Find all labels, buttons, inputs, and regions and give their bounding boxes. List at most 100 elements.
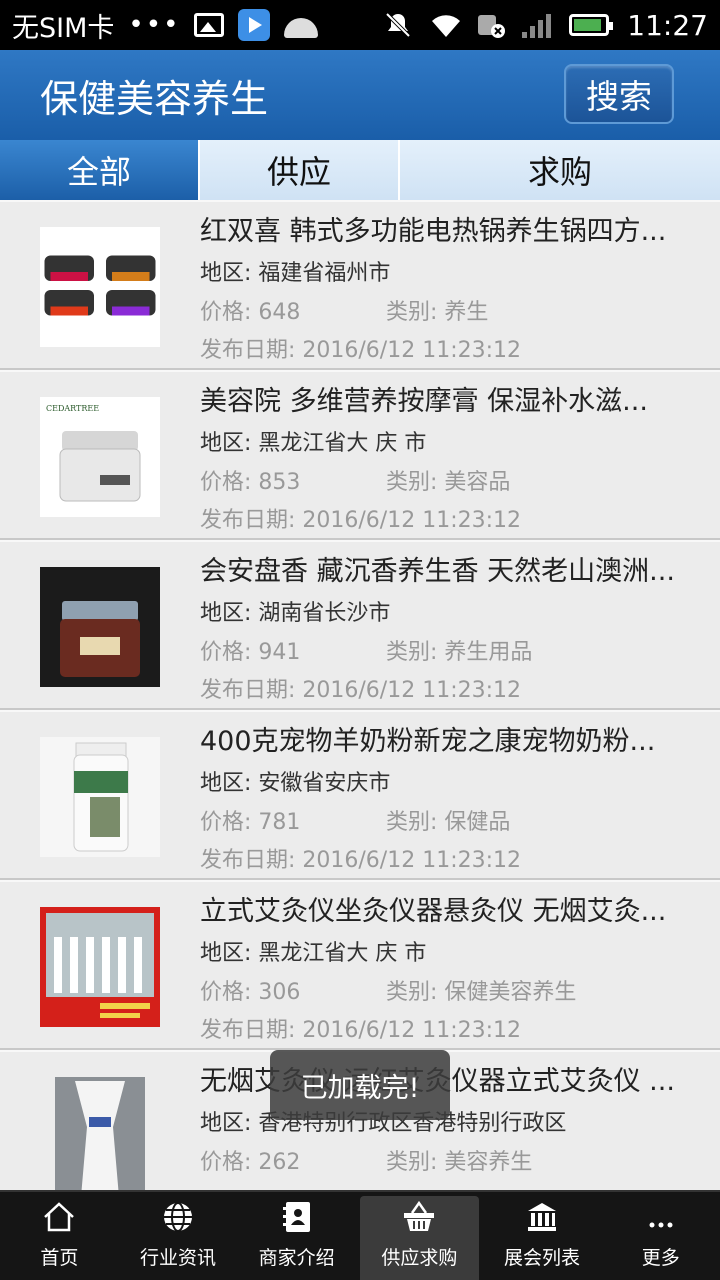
home-icon	[39, 1197, 79, 1237]
item-price: 853	[258, 470, 301, 495]
nav-label: 商家介绍	[258, 1247, 335, 1269]
product-thumbnail: CEDARTREE	[40, 397, 160, 517]
basket-icon	[399, 1197, 439, 1237]
carrier-label: 无SIM卡	[12, 12, 115, 44]
signal-icon	[522, 12, 552, 38]
item-category: 保健品	[444, 810, 511, 835]
date-label: 发布日期:	[200, 848, 303, 873]
app-header: 保健美容养生 搜索	[0, 50, 720, 140]
page-title: 保健美容养生	[40, 76, 269, 121]
product-thumbnail	[40, 567, 160, 687]
item-date: 2016/6/12 11:23:12	[302, 678, 522, 703]
item-title: 会安盘香 藏沉香养生香 天然老山澳洲...	[200, 556, 675, 587]
sim-error-icon	[476, 11, 506, 39]
item-date: 2016/6/12 11:23:12	[302, 1018, 522, 1043]
date-label: 发布日期:	[200, 508, 303, 533]
nav-exhibition-list[interactable]: 展会列表	[483, 1192, 602, 1280]
item-region: 黑龙江省大 庆 市	[258, 431, 427, 456]
price-label: 价格:	[200, 300, 259, 325]
tab-supply[interactable]: 供应	[200, 140, 400, 200]
date-label: 发布日期:	[200, 1018, 303, 1043]
nav-label: 展会列表	[504, 1247, 581, 1269]
product-thumbnail	[40, 227, 160, 347]
category-label: 类别:	[386, 1150, 445, 1175]
category-tabs: 全部 供应 求购	[0, 140, 720, 200]
price-label: 价格:	[200, 980, 259, 1005]
tab-all[interactable]: 全部	[0, 140, 200, 200]
date-label: 发布日期:	[200, 338, 303, 363]
nav-label: 供应求购	[381, 1247, 458, 1269]
item-price: 781	[258, 810, 301, 835]
category-label: 类别:	[386, 470, 445, 495]
svg-text:CEDARTREE: CEDARTREE	[46, 404, 99, 413]
item-category: 保健美容养生	[444, 980, 577, 1005]
product-thumbnail	[55, 1077, 145, 1190]
item-title: 美容院 多维营养按摩膏 保湿补水滋...	[200, 386, 648, 417]
region-label: 地区:	[200, 431, 259, 456]
item-category: 养生用品	[444, 640, 533, 665]
notification-dots: •••	[128, 10, 181, 40]
list-item[interactable]: 立式艾灸仪坐灸仪器悬灸仪 无烟艾灸... 地区: 黑龙江省大 庆 市 价格: 3…	[0, 880, 720, 1050]
mute-icon	[384, 11, 412, 39]
status-bar: 无SIM卡 ••• 11:27	[0, 0, 720, 50]
nav-industry-news[interactable]: 行业资讯	[119, 1192, 238, 1280]
list-item[interactable]: 400克宠物羊奶粉新宠之康宠物奶粉... 地区: 安徽省安庆市 价格: 781 …	[0, 710, 720, 880]
item-date: 2016/6/12 11:23:12	[302, 338, 522, 363]
gallery-icon	[194, 13, 225, 37]
product-thumbnail	[40, 737, 160, 857]
list-item[interactable]: 会安盘香 藏沉香养生香 天然老山澳洲... 地区: 湖南省长沙市 价格: 941…	[0, 540, 720, 710]
nav-label: 更多	[641, 1247, 680, 1269]
wifi-icon	[430, 11, 461, 39]
item-title: 红双喜 韩式多功能电热锅养生锅四方...	[200, 216, 667, 247]
region-label: 地区:	[200, 771, 259, 796]
region-label: 地区:	[200, 1111, 259, 1136]
clock: 11:27	[627, 8, 708, 42]
item-price: 262	[258, 1150, 301, 1175]
bottom-nav: 首页 行业资讯 商家介绍 供应求购 展会列表 更多	[0, 1190, 720, 1280]
price-label: 价格:	[200, 810, 259, 835]
item-region: 黑龙江省大 庆 市	[258, 941, 427, 966]
category-label: 类别:	[386, 980, 445, 1005]
region-label: 地区:	[200, 941, 259, 966]
item-title: 立式艾灸仪坐灸仪器悬灸仪 无烟艾灸...	[200, 896, 667, 927]
item-region: 福建省福州市	[258, 261, 391, 286]
more-icon	[641, 1197, 681, 1237]
toast-message: 已加载完!	[270, 1050, 450, 1120]
battery-icon	[569, 14, 614, 36]
nav-merchant-intro[interactable]: 商家介绍	[237, 1192, 356, 1280]
globe-icon	[158, 1197, 198, 1237]
item-title: 400克宠物羊奶粉新宠之康宠物奶粉...	[200, 726, 656, 757]
play-store-icon	[238, 9, 271, 41]
nav-label: 行业资讯	[140, 1247, 217, 1269]
nav-supply-purchase[interactable]: 供应求购	[360, 1196, 479, 1280]
nav-label: 首页	[40, 1247, 79, 1269]
item-region: 湖南省长沙市	[258, 601, 391, 626]
item-price: 648	[258, 300, 301, 325]
date-label: 发布日期:	[200, 678, 303, 703]
price-label: 价格:	[200, 1150, 259, 1175]
item-price: 941	[258, 640, 301, 665]
product-list: 红双喜 韩式多功能电热锅养生锅四方... 地区: 福建省福州市 价格: 648 …	[0, 200, 720, 1190]
contact-book-icon	[277, 1197, 317, 1237]
item-date: 2016/6/12 11:23:12	[302, 508, 522, 533]
region-label: 地区:	[200, 261, 259, 286]
search-button[interactable]: 搜索	[564, 64, 674, 124]
region-label: 地区:	[200, 601, 259, 626]
item-category: 美容养生	[444, 1150, 533, 1175]
product-thumbnail	[40, 907, 160, 1027]
category-label: 类别:	[386, 810, 445, 835]
list-item[interactable]: 红双喜 韩式多功能电热锅养生锅四方... 地区: 福建省福州市 价格: 648 …	[0, 200, 720, 370]
bank-icon	[522, 1197, 562, 1237]
nav-home[interactable]: 首页	[0, 1192, 119, 1280]
item-price: 306	[258, 980, 301, 1005]
price-label: 价格:	[200, 640, 259, 665]
item-category: 养生	[444, 300, 489, 325]
item-category: 美容品	[444, 470, 511, 495]
price-label: 价格:	[200, 470, 259, 495]
nav-more[interactable]: 更多	[601, 1192, 720, 1280]
tab-purchase[interactable]: 求购	[400, 140, 720, 200]
list-item[interactable]: CEDARTREE 美容院 多维营养按摩膏 保湿补水滋... 地区: 黑龙江省大…	[0, 370, 720, 540]
item-region: 安徽省安庆市	[258, 771, 391, 796]
android-icon	[284, 18, 319, 38]
category-label: 类别:	[386, 300, 445, 325]
